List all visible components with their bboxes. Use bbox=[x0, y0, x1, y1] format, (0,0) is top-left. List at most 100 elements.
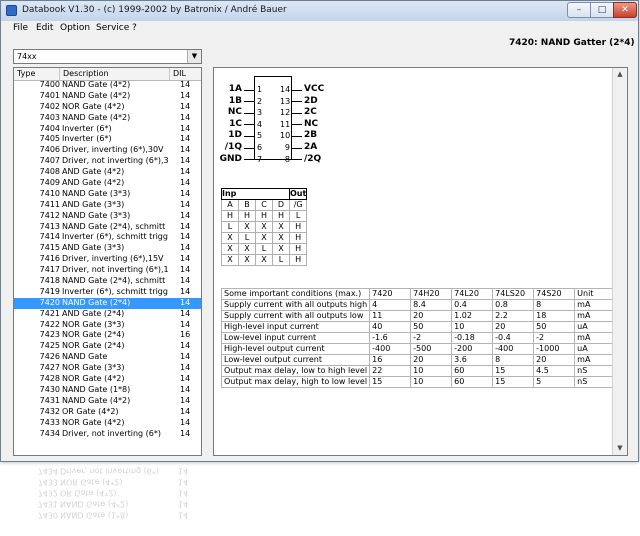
list-item[interactable]: 7402 NOR Gate (4*2) 14 bbox=[14, 102, 201, 113]
list-item-description: Driver, not inverting (6*),30V bbox=[62, 156, 168, 166]
specs-value: 0.4 bbox=[451, 299, 494, 311]
title-bar[interactable]: Databook V1.30 - (c) 1999-2002 by Batron… bbox=[1, 1, 638, 22]
scroll-down-icon[interactable]: ▼ bbox=[613, 442, 627, 455]
list-item[interactable]: 7423 NOR Gate (2*4) 16 bbox=[14, 330, 201, 341]
list-item-type: 7431 bbox=[39, 395, 60, 405]
pin-number: 11 bbox=[280, 119, 291, 129]
reflection-row: 7432 OR Gate (4*2) 14 bbox=[12, 487, 201, 498]
list-item-type: 7415 bbox=[39, 243, 60, 253]
specs-value: 10 bbox=[410, 376, 453, 388]
menu-edit[interactable]: Edit bbox=[36, 23, 53, 33]
pin-name: 1D bbox=[228, 130, 242, 141]
list-item[interactable]: 7409 AND Gate (4*2) 14 bbox=[14, 178, 201, 189]
column-header-description[interactable]: Description bbox=[60, 68, 170, 80]
specs-value: 16 bbox=[369, 354, 412, 366]
list-item[interactable]: 7431 NAND Gate (4*2) 14 bbox=[14, 396, 201, 407]
list-item[interactable]: 7420 NAND Gate (2*4) 14 bbox=[14, 297, 201, 309]
specs-header-row: Some important conditions (max.) 7420 74H2… bbox=[220, 288, 617, 300]
list-item[interactable]: 7404 Inverter (6*) 14 bbox=[14, 124, 201, 135]
list-item[interactable]: 7416 Driver, inverting (6*),15V 14 bbox=[14, 254, 201, 265]
list-item-dil: 14 bbox=[180, 297, 191, 307]
list-item[interactable]: 7400 NAND Gate (4*2) 14 bbox=[14, 80, 201, 91]
specs-value: 5 bbox=[533, 376, 576, 388]
specs-value: -2 bbox=[533, 332, 576, 344]
list-item[interactable]: 7415 AND Gate (3*3) 14 bbox=[14, 243, 201, 254]
list-item-dil: 14 bbox=[180, 112, 191, 122]
specs-value: 8 bbox=[492, 354, 535, 366]
list-item[interactable]: 7418NAND Gate (2*4), schmitt trigge 14 bbox=[14, 276, 201, 287]
list-item[interactable]: 7408 AND Gate (4*2) 14 bbox=[14, 167, 201, 178]
truth-table-cell: X bbox=[238, 221, 256, 233]
maximize-button[interactable]: □ bbox=[590, 2, 614, 18]
specs-value: 10 bbox=[410, 365, 453, 377]
list-item-type: 7412 bbox=[39, 210, 60, 220]
chevron-down-icon[interactable]: ▼ bbox=[187, 50, 201, 63]
specs-value: mA bbox=[574, 354, 617, 366]
pin-name: 2D bbox=[304, 95, 318, 106]
list-item[interactable]: 7427 NOR Gate (3*3) 14 bbox=[14, 363, 201, 374]
list-item-description: Driver, inverting (6*),30V bbox=[62, 145, 164, 155]
list-item[interactable]: 7422 NOR Gate (3*3) 14 bbox=[14, 320, 201, 331]
column-header-dil[interactable]: DIL bbox=[170, 68, 201, 80]
pin-lead bbox=[292, 159, 302, 161]
reflection-dil: 14 bbox=[178, 466, 189, 476]
list-item[interactable]: 7414 Inverter (6*), schmitt trigger 14 bbox=[14, 232, 201, 243]
detail-scrollbar[interactable]: ▲ ▼ bbox=[612, 68, 627, 455]
list-item-description: Driver, inverting (6*),15V bbox=[62, 254, 164, 264]
specs-value: mA bbox=[574, 299, 617, 311]
truth-table-row: LXXXH bbox=[221, 221, 308, 233]
list-item-type: 7432 bbox=[39, 406, 60, 416]
list-item[interactable]: 7403 NAND Gate (4*2) 14 bbox=[14, 113, 201, 124]
list-item-dil: 14 bbox=[180, 363, 191, 373]
scroll-up-icon[interactable]: ▲ bbox=[613, 68, 627, 81]
chip-list[interactable]: Type Description DIL 7400 NAND Gate (4*2)… bbox=[13, 67, 202, 456]
list-item[interactable]: 7430 NAND Gate (1*8) 14 bbox=[14, 385, 201, 396]
app-icon[interactable] bbox=[6, 5, 17, 16]
list-item[interactable]: 7432 OR Gate (4*2) 14 bbox=[14, 407, 201, 418]
specs-value: -2 bbox=[410, 332, 453, 344]
minimize-button[interactable]: – bbox=[567, 2, 591, 18]
list-item[interactable]: 7433 NOR Gate (4*2) 14 bbox=[14, 418, 201, 429]
list-item[interactable]: 7417 Driver, not inverting (6*),15V 14 bbox=[14, 265, 201, 276]
family-select[interactable]: 74xx ▼ bbox=[13, 49, 202, 64]
list-item[interactable]: 7412 NAND Gate (3*3) 14 bbox=[14, 211, 201, 222]
specs-row: Output max delay, high to low level 15 10 6… bbox=[220, 376, 617, 388]
list-item-dil: 14 bbox=[180, 374, 191, 384]
list-item-description: Inverter (6*), schmitt trigger bbox=[62, 286, 168, 296]
list-item[interactable]: 7426 NAND Gate 14 bbox=[14, 352, 201, 363]
list-item[interactable]: 7413NAND Gate (2*4), schmitt trigge 14 bbox=[14, 222, 201, 233]
pin-name: NC bbox=[227, 107, 242, 118]
list-item[interactable]: 7410 NAND Gate (3*3) 14 bbox=[14, 189, 201, 200]
specs-value: 11 bbox=[369, 310, 412, 322]
window-reflection: 7430 NAND Gate (1*8) 14 7431 NAND Gate (4*2)… bbox=[0, 463, 639, 536]
list-item-type: 7422 bbox=[39, 319, 60, 329]
list-item[interactable]: 7406 Driver, inverting (6*),30V 14 bbox=[14, 145, 201, 156]
pin-number: 12 bbox=[280, 108, 291, 118]
pin-name: 1A bbox=[228, 84, 242, 94]
truth-table-row: XXXLH bbox=[221, 254, 308, 266]
family-select-value: 74xx bbox=[17, 52, 37, 61]
reflection-description: NAND Gate (4*2) bbox=[60, 499, 129, 509]
close-button[interactable]: ✕ bbox=[613, 2, 637, 18]
menu-option[interactable]: Option bbox=[60, 23, 90, 33]
list-item-description: AND Gate (4*2) bbox=[62, 167, 125, 177]
list-item[interactable]: 7434 Driver, not inverting (6*) 14 bbox=[14, 429, 201, 440]
list-item[interactable]: 7425 NOR Gate (2*4) 14 bbox=[14, 341, 201, 352]
specs-header: Some important conditions (max.) bbox=[220, 288, 371, 300]
list-item[interactable]: 7407 Driver, not inverting (6*),30V 14 bbox=[14, 156, 201, 167]
list-item[interactable]: 7411 AND Gate (3*3) 14 bbox=[14, 200, 201, 211]
list-item-dil: 14 bbox=[180, 341, 191, 351]
column-header-type[interactable]: Type bbox=[14, 68, 60, 80]
pin-lead bbox=[244, 159, 254, 161]
menu-file[interactable]: File bbox=[13, 23, 28, 33]
list-item-description: Inverter (6*) bbox=[62, 123, 112, 133]
menu-service[interactable]: Service bbox=[96, 23, 129, 33]
list-item[interactable]: 7419 Inverter (6*), schmitt trigger 14 bbox=[14, 287, 201, 298]
truth-table-cell: L bbox=[272, 254, 290, 266]
list-item[interactable]: 7405 Inverter (6*) 14 bbox=[14, 134, 201, 145]
list-item[interactable]: 7428 NOR Gate (4*2) 14 bbox=[14, 374, 201, 385]
list-item[interactable]: 7421 AND Gate (2*4) 14 bbox=[14, 309, 201, 320]
menu-help[interactable]: ? bbox=[132, 23, 137, 33]
list-item[interactable]: 7401 NAND Gate (4*2) 14 bbox=[14, 91, 201, 102]
list-item-dil: 14 bbox=[180, 308, 191, 318]
